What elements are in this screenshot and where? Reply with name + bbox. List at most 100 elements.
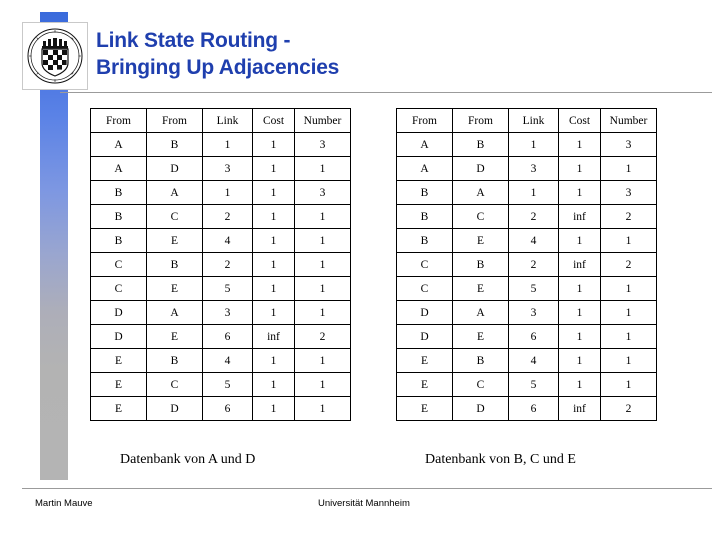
cell-r8-c1: E bbox=[146, 324, 203, 349]
cell-r4-c4: 1 bbox=[294, 228, 351, 253]
cell-r10-c4: 1 bbox=[600, 372, 657, 397]
table-row: E D 6 inf 2 bbox=[396, 396, 657, 421]
cell-r11-c3: inf bbox=[558, 396, 601, 421]
cell-r4-c0: B bbox=[90, 228, 147, 253]
cell-r11-c2: 6 bbox=[202, 396, 253, 421]
cell-r10-c3: 1 bbox=[558, 372, 601, 397]
cell-r11-c4: 2 bbox=[600, 396, 657, 421]
cell-r7-c2: 3 bbox=[202, 300, 253, 325]
cell-r9-c1: B bbox=[146, 348, 203, 373]
cell-r10-c1: C bbox=[452, 372, 509, 397]
cell-r3-c1: C bbox=[146, 204, 203, 229]
cell-r3-c2: 2 bbox=[508, 204, 559, 229]
cell-r5-c0: C bbox=[396, 252, 453, 277]
cell-r0-c3: 1 bbox=[252, 132, 295, 157]
cell-r11-c2: 6 bbox=[508, 396, 559, 421]
cell-r9-c4: 1 bbox=[600, 348, 657, 373]
cell-r3-c0: B bbox=[90, 204, 147, 229]
cell-r11-c3: 1 bbox=[252, 396, 295, 421]
cell-r1-c4: 1 bbox=[294, 156, 351, 181]
university-logo bbox=[22, 22, 88, 90]
cell-r11-c1: D bbox=[146, 396, 203, 421]
table-row: DE611 bbox=[396, 324, 657, 349]
cell-r1-c0: A bbox=[396, 156, 453, 181]
cell-r5-c1: B bbox=[452, 252, 509, 277]
cell-r9-c4: 1 bbox=[294, 348, 351, 373]
cell-r11-c0: E bbox=[90, 396, 147, 421]
table-row: EC511 bbox=[396, 372, 657, 397]
table-row: CE511 bbox=[90, 276, 351, 301]
cell-r2-c0: B bbox=[90, 180, 147, 205]
cell-r10-c2: 5 bbox=[202, 372, 253, 397]
cell-r8-c4: 2 bbox=[294, 324, 351, 349]
cell-r6-c3: 1 bbox=[558, 276, 601, 301]
cell-r6-c1: E bbox=[452, 276, 509, 301]
table-row: BE411 bbox=[396, 228, 657, 253]
column-header-3: Cost bbox=[558, 108, 601, 133]
cell-r7-c1: A bbox=[452, 300, 509, 325]
cell-r1-c0: A bbox=[90, 156, 147, 181]
cell-r10-c1: C bbox=[146, 372, 203, 397]
cell-r3-c4: 1 bbox=[294, 204, 351, 229]
cell-r2-c3: 1 bbox=[252, 180, 295, 205]
footer-divider bbox=[22, 488, 712, 489]
table-left-body: From From Link Cost Number A B 1 1 3 A D 3 1 1 B A 1 1 3 B C 2… bbox=[90, 108, 351, 421]
cell-r9-c2: 4 bbox=[508, 348, 559, 373]
cell-r3-c4: 2 bbox=[600, 204, 657, 229]
cell-r5-c2: 2 bbox=[508, 252, 559, 277]
table-row: D E 6 inf 2 bbox=[90, 324, 351, 349]
cell-r7-c4: 1 bbox=[294, 300, 351, 325]
table-row: BA113 bbox=[396, 180, 657, 205]
column-header-4: Number bbox=[600, 108, 657, 133]
table-header-row: From From Link Cost Number bbox=[90, 108, 351, 133]
cell-r2-c3: 1 bbox=[558, 180, 601, 205]
page-title-line-1: Link State Routing - bbox=[96, 29, 291, 52]
table-row: EC511 bbox=[90, 372, 351, 397]
cell-r10-c3: 1 bbox=[252, 372, 295, 397]
cell-r1-c3: 1 bbox=[252, 156, 295, 181]
footer-author: Martin Mauve bbox=[35, 498, 93, 509]
table-row: CE511 bbox=[396, 276, 657, 301]
table-row: BC211 bbox=[90, 204, 351, 229]
cell-r4-c1: E bbox=[452, 228, 509, 253]
cell-r4-c0: B bbox=[396, 228, 453, 253]
column-header-3: Cost bbox=[252, 108, 295, 133]
cell-r8-c1: E bbox=[452, 324, 509, 349]
table-row: EB411 bbox=[90, 348, 351, 373]
table-row: BA113 bbox=[90, 180, 351, 205]
cell-r7-c3: 1 bbox=[252, 300, 295, 325]
page-title-line-2: Bringing Up Adjacencies bbox=[96, 56, 340, 79]
cell-r7-c2: 3 bbox=[508, 300, 559, 325]
cell-r8-c2: 6 bbox=[508, 324, 559, 349]
cell-r2-c4: 3 bbox=[600, 180, 657, 205]
cell-r11-c1: D bbox=[452, 396, 509, 421]
cell-r10-c0: E bbox=[90, 372, 147, 397]
table-row: DA311 bbox=[396, 300, 657, 325]
cell-r8-c3: 1 bbox=[558, 324, 601, 349]
cell-r5-c3: 1 bbox=[252, 252, 295, 277]
table-row: CB211 bbox=[90, 252, 351, 277]
link-state-database-table-left: From From Link Cost Number A B 1 1 3 A D 3 1 1 B A 1 1 3 B C 2… bbox=[90, 108, 351, 421]
table-row: ED611 bbox=[90, 396, 351, 421]
cell-r0-c4: 3 bbox=[294, 132, 351, 157]
cell-r5-c4: 2 bbox=[600, 252, 657, 277]
cell-r3-c0: B bbox=[396, 204, 453, 229]
cell-r7-c0: D bbox=[396, 300, 453, 325]
cell-r11-c4: 1 bbox=[294, 396, 351, 421]
cell-r1-c4: 1 bbox=[600, 156, 657, 181]
cell-r9-c3: 1 bbox=[252, 348, 295, 373]
cell-r9-c2: 4 bbox=[202, 348, 253, 373]
cell-r2-c4: 3 bbox=[294, 180, 351, 205]
cell-r5-c4: 1 bbox=[294, 252, 351, 277]
cell-r6-c4: 1 bbox=[294, 276, 351, 301]
cell-r9-c1: B bbox=[452, 348, 509, 373]
cell-r10-c4: 1 bbox=[294, 372, 351, 397]
cell-r8-c0: D bbox=[396, 324, 453, 349]
column-header-2: Link bbox=[202, 108, 253, 133]
cell-r8-c0: D bbox=[90, 324, 147, 349]
column-header-1: From bbox=[452, 108, 509, 133]
cell-r1-c1: D bbox=[146, 156, 203, 181]
column-header-0: From bbox=[90, 108, 147, 133]
caption-left-table: Datenbank von A und D bbox=[120, 452, 256, 467]
cell-r5-c3: inf bbox=[558, 252, 601, 277]
